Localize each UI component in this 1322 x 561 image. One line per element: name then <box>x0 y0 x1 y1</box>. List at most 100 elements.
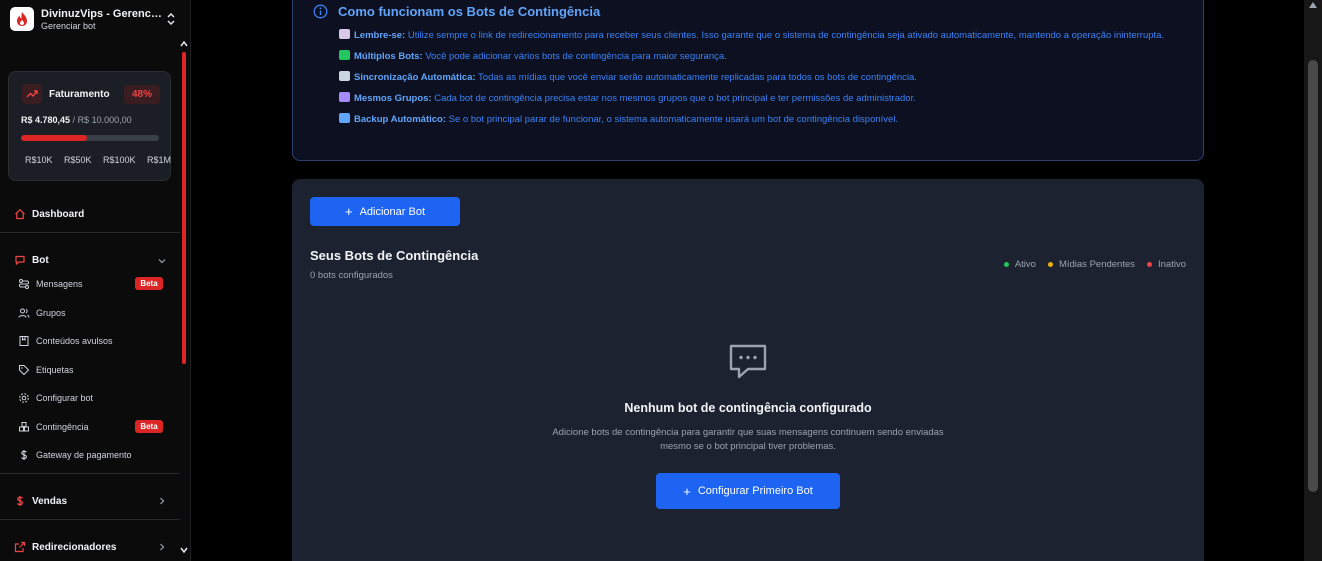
sidebar-scrollbar[interactable] <box>182 52 186 364</box>
sidebar-item-gateway-de-pagamento[interactable]: Gateway de pagamento <box>18 449 132 461</box>
chevron-right-icon[interactable] <box>157 496 167 506</box>
sidebar-item-contingencia[interactable]: Contingência <box>18 421 89 433</box>
info-item-text: Você pode adicionar vários bots de conti… <box>422 51 727 62</box>
info-item-label: Sincronização Automática: <box>354 72 476 83</box>
bookmark-icon <box>18 335 30 347</box>
divider <box>0 473 180 474</box>
info-item-label: Mesmos Grupos: <box>354 93 432 104</box>
users-icon <box>18 307 30 319</box>
sidebar-item-configurar-bot[interactable]: Configurar bot <box>18 392 93 404</box>
gear-icon <box>18 392 30 404</box>
sidebar-item-label: Dashboard <box>32 208 85 220</box>
sidebar-item-mensagens[interactable]: Mensagens <box>18 278 83 290</box>
status-dot <box>1147 262 1152 267</box>
info-list: Lembre-se: Utilize sempre o link de redi… <box>339 29 1179 134</box>
chevron-up-down-icon <box>167 12 175 26</box>
bot-switcher[interactable]: DivinuzVips - Gerenciar bot Gerenciar bo… <box>10 6 180 32</box>
sidebar-item-label: Grupos <box>36 308 66 318</box>
status-dot <box>1003 262 1009 267</box>
chat-icon <box>14 254 26 266</box>
tag-icon <box>18 364 30 376</box>
bot-count: 0 bots configurados <box>310 270 393 281</box>
revenue-percent-badge: 48% <box>124 85 160 104</box>
info-item: Backup Automático: Se o bot principal pa… <box>339 113 1179 127</box>
plus-icon: + <box>344 204 353 219</box>
home-icon <box>14 208 26 220</box>
contingency-bots-panel: + Adicionar Bot Seus Bots de Contingência… <box>292 179 1204 561</box>
sidebar-item-label: Configurar bot <box>36 393 94 403</box>
beta-badge: Beta <box>135 277 163 290</box>
sidebar-item-label: Conteúdos avulsos <box>36 336 113 346</box>
info-item: Lembre-se: Utilize sempre o link de redi… <box>339 29 1179 43</box>
sidebar-section-redirecionadores[interactable]: Redirecionadores <box>14 541 116 553</box>
empty-state-title: Nenhum bot de contingência configurado <box>624 401 872 415</box>
sidebar-item-dashboard[interactable]: Dashboard <box>14 208 84 220</box>
status-legend: Ativo Mídias Pendentes Inativo <box>992 259 1186 270</box>
info-item: Sincronização Automática: Todas as mídia… <box>339 71 1179 85</box>
sync-icon <box>339 71 350 81</box>
info-item-label: Lembre-se: <box>354 30 406 41</box>
sidebar-item-label: Redirecionadores <box>32 541 117 553</box>
scroll-up-icon[interactable] <box>1309 2 1317 8</box>
external-link-icon <box>14 541 26 553</box>
legend-item: Mídias Pendentes <box>1047 259 1135 270</box>
sidebar-item-label: Etiquetas <box>36 365 74 375</box>
info-box: Como funcionam os Bots de Contingência L… <box>292 0 1204 161</box>
sidebar-item-label: Gateway de pagamento <box>36 450 132 460</box>
scroll-up-icon[interactable] <box>178 39 190 49</box>
revenue-progress-fill <box>21 135 88 141</box>
scroll-down-icon[interactable] <box>178 545 190 555</box>
sidebar-section-vendas[interactable]: Vendas <box>14 495 67 507</box>
revenue-current: R$ 4.780,45 <box>21 115 71 125</box>
info-item-label: Múltiplos Bots: <box>354 51 423 62</box>
info-item-text: Cada bot de contingência precisa estar n… <box>431 93 916 104</box>
revenue-progress-bar <box>21 135 159 141</box>
main-content: Como funcionam os Bots de Contingência L… <box>191 0 1304 561</box>
sidebar-section-bot[interactable]: Bot <box>14 254 49 266</box>
sidebar-item-grupos[interactable]: Grupos <box>18 307 66 319</box>
sidebar-item-label: Bot <box>32 254 49 266</box>
legend-item: Inativo <box>1147 259 1186 270</box>
info-item-text: Todas as mídias que você enviar serão au… <box>475 72 917 83</box>
chevron-down-icon[interactable] <box>157 256 167 266</box>
legend-label: Mídias Pendentes <box>1058 259 1135 270</box>
legend-label: Ativo <box>1014 259 1036 270</box>
trending-up-icon <box>22 84 42 104</box>
revenue-card: Faturamento 48% R$ 4.780,45 / R$ 10.000,… <box>8 71 171 181</box>
messages-icon <box>18 278 30 290</box>
sidebar-item-conteudos-avulsos[interactable]: Conteúdos avulsos <box>18 335 113 347</box>
boxes-icon <box>18 421 30 433</box>
revenue-values: R$ 4.780,45 / R$ 10.000,00 <box>21 115 132 125</box>
brand-subtitle: Gerenciar bot <box>41 20 96 31</box>
revenue-separator: / <box>70 115 78 125</box>
empty-state-description: Adicione bots de contingência para garan… <box>552 427 944 452</box>
divider <box>0 519 180 520</box>
sidebar-item-label: Mensagens <box>36 279 83 289</box>
milestone-label: R$100K <box>102 155 136 165</box>
info-icon <box>313 4 328 19</box>
add-bot-button[interactable]: + Adicionar Bot <box>310 197 460 226</box>
brand-title: DivinuzVips - Gerenciar bot <box>41 7 163 20</box>
page-scrollbar-thumb[interactable] <box>1308 60 1318 492</box>
sidebar-item-etiquetas[interactable]: Etiquetas <box>18 364 74 376</box>
info-item-text: Utilize sempre o link de redirecionament… <box>405 30 1165 41</box>
revenue-goal: R$ 10.000,00 <box>77 115 132 125</box>
status-dot <box>1047 262 1053 267</box>
add-bot-label: Adicionar Bot <box>359 205 426 218</box>
sidebar: DivinuzVips - Gerenciar bot Gerenciar bo… <box>0 0 191 561</box>
legend-label: Inativo <box>1158 259 1186 270</box>
info-item-text: Se o bot principal parar de funcionar, o… <box>446 114 899 125</box>
configure-first-bot-button[interactable]: + Configurar Primeiro Bot <box>656 473 840 509</box>
shield-icon <box>339 113 350 123</box>
milestone-label: R$1M <box>146 155 171 165</box>
info-item-label: Backup Automático: <box>354 114 447 125</box>
info-item: Múltiplos Bots: Você pode adicionar vári… <box>339 50 1179 64</box>
beta-badge: Beta <box>135 420 163 433</box>
page-scrollbar[interactable] <box>1304 0 1322 561</box>
panel-title: Seus Bots de Contingência <box>310 248 479 263</box>
configure-first-bot-label: Configurar Primeiro Bot <box>697 485 813 497</box>
chevron-right-icon[interactable] <box>157 542 167 552</box>
milestone-label: R$50K <box>63 155 92 165</box>
revenue-milestones: R$10K R$50K R$100K R$1M <box>25 155 171 165</box>
chat-bubble-icon <box>729 344 767 379</box>
